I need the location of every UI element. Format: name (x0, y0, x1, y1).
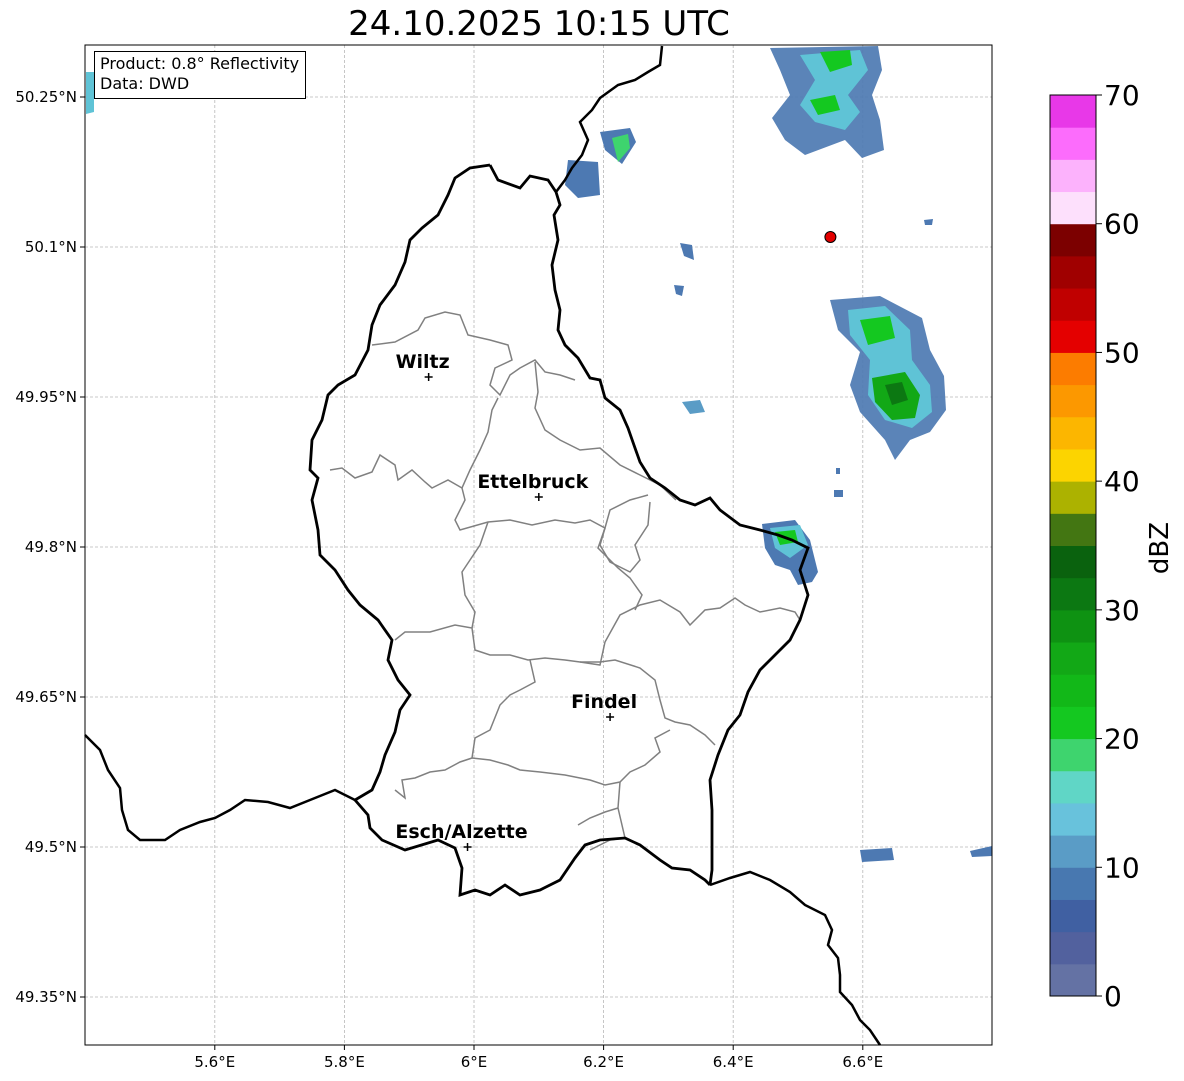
lat-tick-label: 49.5°N (25, 838, 77, 856)
colorbar-segment (1050, 448, 1096, 482)
colorbar-segment (1050, 770, 1096, 804)
colorbar-segment (1050, 352, 1096, 386)
colorbar-tick-label: 50 (1104, 336, 1140, 369)
city-label: Wiltz (396, 351, 450, 373)
colorbar-segment (1050, 835, 1096, 868)
colorbar-segment (1050, 963, 1096, 997)
lon-tick-label: 6.2°E (583, 1053, 624, 1071)
map-area (85, 45, 992, 1045)
info-box: Product: 0.8° Reflectivity Data: DWD (94, 51, 307, 99)
data-source-text: Data: DWD (100, 74, 190, 93)
lon-tick-label: 6.4°E (713, 1053, 754, 1071)
lon-tick-label: 5.6°E (194, 1053, 235, 1071)
colorbar: 0 10 20 30 40 50 60 70 (1049, 79, 1140, 1013)
city-label: Esch/Alzette (395, 821, 527, 843)
city-label: Findel (571, 691, 637, 713)
colorbar-segment (1050, 223, 1096, 257)
lat-tick-label: 50.25°N (15, 88, 77, 106)
lon-tick-label: 6°E (461, 1053, 488, 1071)
product-text: Product: 0.8° Reflectivity (100, 54, 300, 73)
colorbar-segment (1050, 481, 1096, 514)
colorbar-segment (1050, 320, 1096, 353)
colorbar-tick-label: 10 (1104, 851, 1140, 884)
colorbar-segment (1050, 513, 1096, 546)
colorbar-segment (1050, 545, 1096, 579)
colorbar-tick-label: 20 (1104, 723, 1140, 756)
colorbar-segment (1050, 867, 1096, 900)
echo-small-4 (860, 848, 894, 862)
radar-site-marker (824, 231, 837, 243)
echo-small-6 (86, 72, 94, 114)
colorbar-tick-label: 40 (1104, 465, 1140, 498)
lat-tick-label: 50.1°N (25, 238, 77, 256)
colorbar-segment (1050, 127, 1096, 160)
lat-tick-label: 49.65°N (15, 688, 77, 706)
colorbar-segment (1050, 288, 1096, 321)
colorbar-segment (1050, 802, 1096, 836)
colorbar-segment (1050, 931, 1096, 965)
lat-tick-label: 49.8°N (25, 538, 77, 556)
lat-tick-label: 49.95°N (15, 388, 77, 406)
lon-tick-label: 5.8°E (324, 1053, 365, 1071)
lon-tick-label: 6.6°E (842, 1053, 883, 1071)
city-label: Ettelbruck (477, 471, 588, 493)
lat-tick-label: 49.35°N (15, 988, 77, 1006)
colorbar-segment (1050, 191, 1096, 225)
colorbar-segment (1050, 577, 1096, 611)
colorbar-tick-label: 70 (1104, 79, 1140, 112)
colorbar-segment (1050, 738, 1096, 772)
colorbar-segment (1050, 609, 1096, 643)
radar-map: Wiltz Ettelbruck Findel Esch/Alzette 5.6°E 5… (15, 44, 1175, 1071)
colorbar-segment (1050, 416, 1096, 450)
colorbar-tick-label: 30 (1104, 594, 1140, 627)
colorbar-segment (1050, 674, 1096, 707)
colorbar-segment (1050, 255, 1096, 289)
colorbar-segment (1050, 899, 1096, 933)
colorbar-segment (1050, 642, 1096, 675)
colorbar-tick-label: 0 (1104, 980, 1122, 1013)
colorbar-segment (1050, 159, 1096, 193)
colorbar-label: dBZ (1145, 522, 1175, 574)
colorbar-segment (1050, 95, 1096, 128)
colorbar-tick-label: 60 (1104, 208, 1140, 241)
colorbar-segment (1050, 384, 1096, 418)
colorbar-segment (1050, 706, 1096, 740)
